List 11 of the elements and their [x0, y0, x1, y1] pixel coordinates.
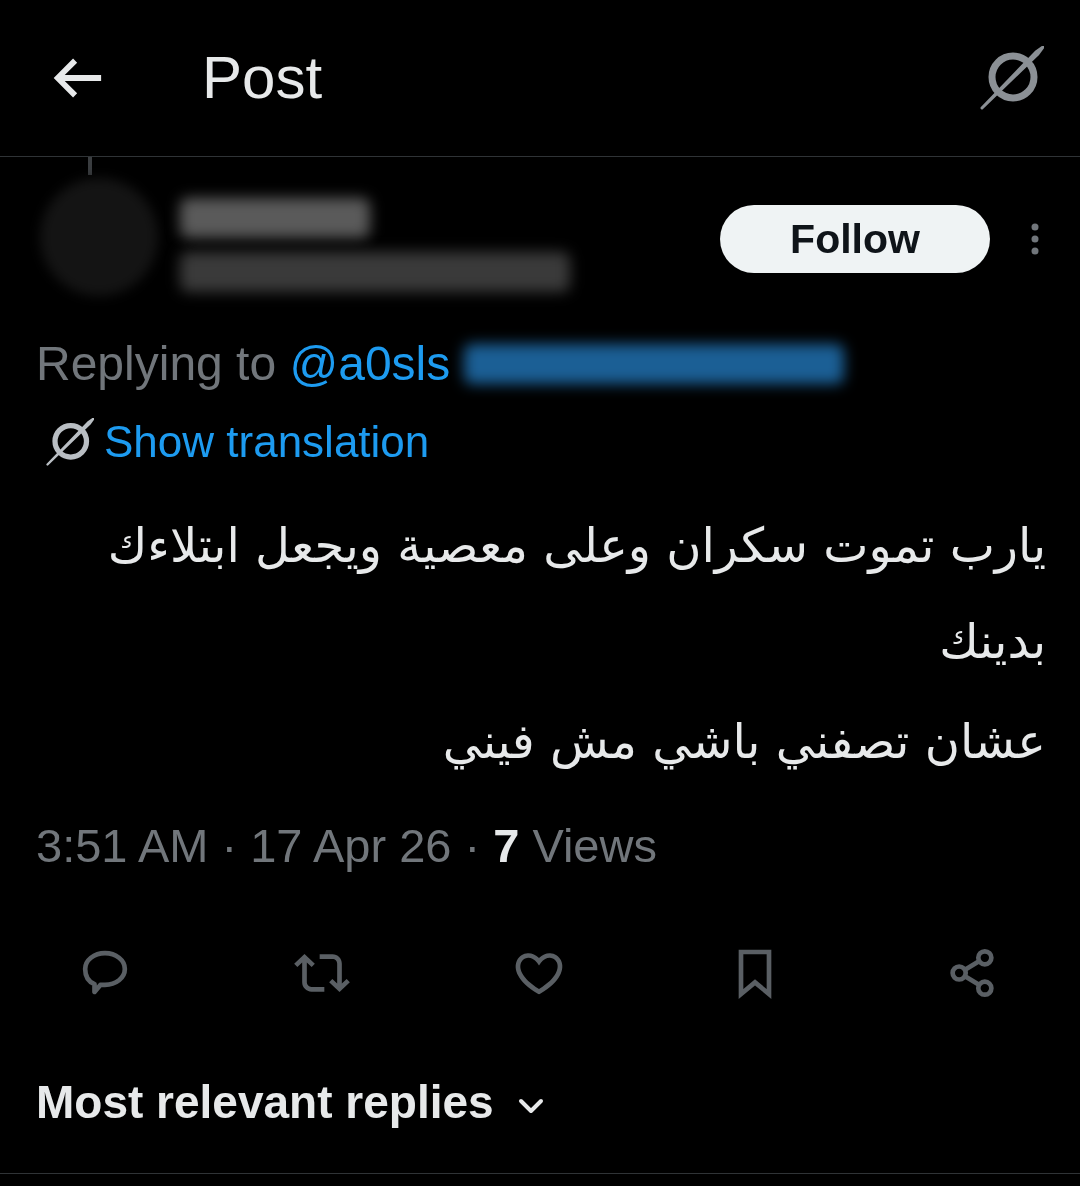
show-translation-link[interactable]: Show translation	[104, 415, 430, 469]
post-metadata: 3:51 AM · 17 Apr 26 · 7 Views	[36, 819, 657, 873]
post-text: يارب تموت سكران وعلى معصية ويجعل ابتلاءك بدينك	[106, 516, 1046, 671]
more-icon[interactable]	[1030, 223, 1040, 255]
handle-link[interactable]: @a0sls	[289, 337, 451, 390]
follow-button[interactable]: Follow	[720, 205, 990, 273]
post-text: عشان تصفني باشي مش فيني	[441, 712, 1046, 772]
replying-to-text: Replying to @a0sls	[36, 337, 451, 391]
sort-replies-button[interactable]: Most relevant replies	[36, 1073, 544, 1131]
page-title: Post	[202, 43, 323, 113]
chevron-down-icon[interactable]	[517, 1098, 544, 1114]
